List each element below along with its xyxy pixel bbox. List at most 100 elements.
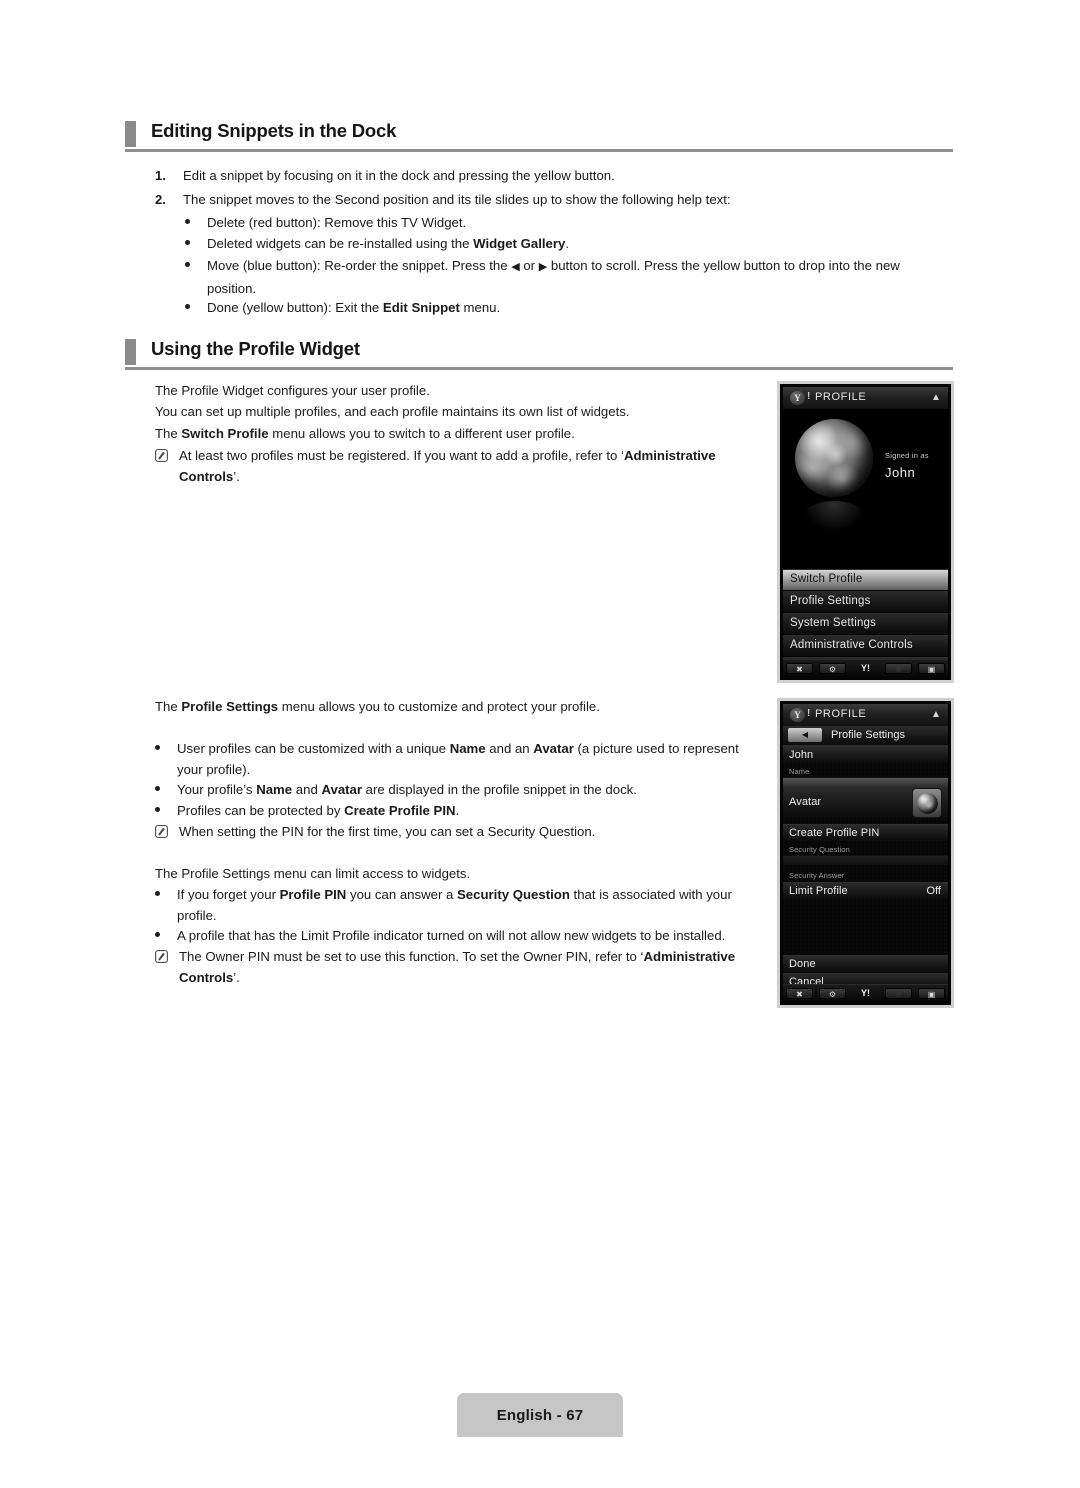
settings-done-button[interactable]: Done (783, 955, 948, 972)
paragraph-multiple-profiles: You can set up multiple profiles, and ea… (155, 404, 630, 419)
tv-panel-profile: Y ! PROFILE ▲ Signed in as John Switch P… (777, 381, 954, 683)
paragraph-profile-widget: The Profile Widget configures your user … (155, 383, 430, 398)
bullet-dot-icon (185, 262, 190, 267)
note-text: When setting the PIN for the first time,… (179, 824, 596, 839)
bullet-dot-icon (185, 304, 190, 309)
signed-in-label: Signed in as (885, 451, 929, 460)
menu-item-profile-settings[interactable]: Profile Settings (783, 591, 948, 612)
bullet-text: User profiles can be customized with a u… (177, 741, 739, 777)
tv-header-profile: Y ! PROFILE ▲ (783, 387, 948, 410)
yahoo-logo-icon: Y (790, 708, 805, 722)
paragraph-limit-access-intro: The Profile Settings menu can limit acce… (155, 866, 471, 881)
back-arrow-icon[interactable]: ◀ (788, 728, 822, 742)
tv-card-icon[interactable]: ▣ (918, 988, 945, 999)
settings-row-label: John (789, 749, 814, 761)
heading-rule (125, 149, 953, 152)
bullet-text: Deleted widgets can be re-installed usin… (207, 236, 569, 251)
settings-row-label: Security Answer (789, 871, 845, 880)
settings-row-security-answer-caption: Security Answer (783, 868, 948, 881)
heading-bar-icon (125, 339, 136, 365)
globe-icon (917, 793, 938, 814)
menu-item-switch-profile[interactable]: Switch Profile (783, 569, 948, 590)
menu-item-label: Profile Settings (790, 595, 871, 607)
note-pencil-icon (155, 823, 168, 838)
settings-row-security-question-caption: Security Question (783, 842, 948, 855)
bullet-text: If you forget your Profile PIN you can a… (177, 887, 732, 923)
home-icon[interactable]: ▲ (931, 393, 941, 403)
numbered-marker: 2. (155, 192, 166, 207)
bullet-dot-icon (155, 807, 160, 812)
bullet-text: Done (yellow button): Exit the Edit Snip… (207, 300, 501, 315)
globe-reflection (803, 501, 865, 531)
note-text: At least two profiles must be registered… (179, 448, 716, 484)
left-arrow-icon: ◀ (511, 261, 520, 273)
paragraph-profile-settings-intro: The Profile Settings menu allows you to … (155, 699, 600, 714)
signed-in-username: John (885, 465, 916, 480)
gear-icon[interactable]: ⚙ (819, 663, 846, 674)
tv-header-title: PROFILE (815, 391, 867, 403)
settings-row-create-profile-pin[interactable]: Create Profile PIN (783, 824, 948, 841)
bullet-dot-icon (185, 240, 190, 245)
bullet-text: Delete (red button): Remove this TV Widg… (207, 215, 467, 230)
menu-item-label: System Settings (790, 617, 877, 629)
tv-card-icon[interactable]: ▣ (918, 663, 945, 674)
numbered-marker: 1. (155, 168, 166, 183)
profile-avatar-globe (795, 419, 873, 497)
numbered-text: The snippet moves to the Second position… (183, 192, 731, 207)
right-arrow-icon: ▶ (538, 261, 548, 273)
settings-subtitle: Profile Settings (831, 729, 905, 741)
settings-row-limit-profile[interactable]: Limit Profile Off (783, 882, 948, 899)
gear-icon[interactable]: ⚙ (819, 988, 846, 999)
page-footer-badge: English - 67 (457, 1393, 623, 1437)
close-icon[interactable]: ✖ (786, 663, 813, 674)
section-heading-editing-snippets: Editing Snippets in the Dock (125, 120, 953, 154)
bullet-dot-icon (155, 745, 160, 750)
close-icon[interactable]: ✖ (786, 988, 813, 999)
limit-profile-value: Off (926, 885, 941, 897)
heading-rule (125, 367, 953, 370)
bullet-text: A profile that has the Limit Profile ind… (177, 928, 726, 943)
home-icon[interactable]: ▲ (931, 710, 941, 720)
yahoo-bang-icon: ! (807, 391, 811, 402)
menu-item-administrative-controls[interactable]: Administrative Controls (783, 635, 948, 656)
bullet-dot-icon (155, 932, 160, 937)
settings-row-name-value[interactable]: John (783, 746, 948, 763)
globe-icon (795, 419, 873, 497)
yahoo-icon[interactable]: Y! (852, 988, 879, 999)
heading-text: Editing Snippets in the Dock (151, 120, 397, 141)
star-icon[interactable]: ☆ (885, 988, 912, 999)
tv-toolbar-settings: ✖ ⚙ Y! ☆ ▣ (783, 984, 948, 1002)
heading-text: Using the Profile Widget (151, 338, 360, 359)
avatar-thumbnail[interactable] (912, 788, 942, 818)
tv-header-title: PROFILE (815, 708, 867, 720)
settings-done-label: Done (789, 958, 816, 970)
menu-item-label: Switch Profile (790, 573, 863, 585)
note-pencil-icon (155, 447, 168, 462)
tv-toolbar-profile: ✖ ⚙ Y! ☆ ▣ (783, 659, 948, 677)
settings-row-name-caption: Name (783, 764, 948, 777)
bullet-dot-icon (155, 891, 160, 896)
settings-row-label: Avatar (789, 796, 822, 808)
settings-row-label: Create Profile PIN (789, 827, 880, 839)
menu-item-label: Administrative Controls (790, 639, 913, 651)
settings-row-label: Name (789, 767, 810, 776)
note-text: The Owner PIN must be set to use this fu… (179, 949, 736, 985)
star-icon[interactable]: ☆ (885, 663, 912, 674)
heading-bar-icon (125, 121, 136, 147)
yahoo-icon[interactable]: Y! (852, 663, 879, 674)
note-pencil-icon (155, 948, 168, 963)
yahoo-bang-icon: ! (807, 708, 811, 719)
menu-item-system-settings[interactable]: System Settings (783, 613, 948, 634)
tv-screen-profile: Y ! PROFILE ▲ Signed in as John Switch P… (783, 387, 948, 677)
settings-subheader: ◀ Profile Settings (783, 726, 948, 746)
bullet-text: Move (blue button): Re-order the snippet… (207, 258, 900, 296)
settings-row-avatar[interactable]: Avatar (783, 786, 948, 818)
settings-row-label: Security Question (789, 845, 850, 854)
bullet-text: Your profile’s Name and Avatar are displ… (177, 782, 637, 797)
tv-header-settings: Y ! PROFILE ▲ (783, 704, 948, 727)
yahoo-logo-icon: Y (790, 391, 805, 405)
tv-screen-profile-settings: Y ! PROFILE ▲ ◀ Profile Settings John Na… (783, 704, 948, 1002)
security-question-input-field[interactable] (783, 855, 948, 865)
bullet-dot-icon (155, 786, 160, 791)
tv-panel-profile-settings: Y ! PROFILE ▲ ◀ Profile Settings John Na… (777, 698, 954, 1008)
